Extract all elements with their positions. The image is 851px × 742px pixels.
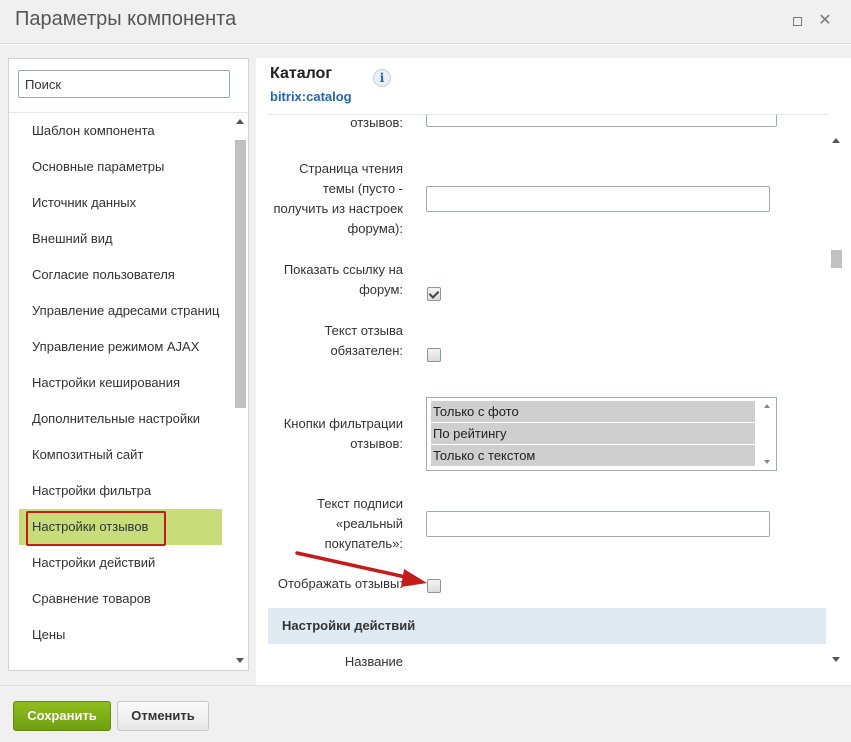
- field-label: Кнопки фильтрации отзывов:: [283, 416, 403, 451]
- scrollbar-thumb[interactable]: [235, 140, 246, 408]
- sidebar-item-label: Настройки действий: [32, 555, 156, 570]
- select-option[interactable]: По рейтингу: [431, 423, 755, 444]
- reviews-text-field[interactable]: [426, 115, 777, 127]
- sidebar-item[interactable]: Настройки отзывов: [19, 509, 222, 545]
- scroll-up-icon[interactable]: [832, 138, 840, 143]
- field-label: Показать ссылку на форум:: [283, 262, 403, 297]
- sidebar-item[interactable]: Основные параметры: [9, 149, 231, 185]
- close-icon[interactable]: ✕: [817, 13, 833, 29]
- sidebar-item[interactable]: Настройки кеширования: [9, 365, 231, 401]
- settings-scrollbar[interactable]: [829, 132, 843, 668]
- field-label: отзывов:: [350, 115, 403, 130]
- search-input[interactable]: [18, 70, 230, 98]
- sidebar-item-label: Согласие пользователя: [32, 267, 175, 282]
- section-header: Настройки действий: [268, 608, 826, 644]
- select-option[interactable]: Только с фото: [431, 401, 755, 422]
- sidebar-item-label: Настройки фильтра: [32, 483, 152, 498]
- sidebar-item-label: Дополнительные настройки: [32, 411, 201, 426]
- select-scrollbar[interactable]: [759, 398, 776, 470]
- dialog-footer: Сохранить Отменить: [0, 685, 851, 742]
- component-code: bitrix:catalog: [270, 89, 352, 104]
- settings-panel: Каталог i bitrix:catalog отзывов: Страни…: [256, 58, 851, 685]
- show-forum-link-checkbox[interactable]: [427, 287, 441, 301]
- sidebar-item[interactable]: Настройки фильтра: [9, 473, 231, 509]
- sidebar-item[interactable]: Цены: [9, 617, 231, 653]
- dialog-body: Шаблон компонента Основные параметры Источ…: [0, 45, 851, 685]
- filter-buttons-select[interactable]: Только с фото По рейтингу Только с текст…: [426, 397, 777, 471]
- scroll-down-icon[interactable]: [236, 658, 244, 663]
- save-button[interactable]: Сохранить: [13, 701, 111, 731]
- sidebar-item-label: Управление адресами страниц: [32, 303, 220, 318]
- sidebar-item[interactable]: Согласие пользователя: [9, 257, 231, 293]
- maximize-icon[interactable]: [789, 13, 805, 29]
- cancel-button[interactable]: Отменить: [117, 701, 209, 731]
- review-text-required-checkbox[interactable]: [427, 348, 441, 362]
- field-label: Текст отзыва обязателен:: [324, 323, 403, 358]
- sidebar-item[interactable]: Настройки действий: [9, 545, 231, 581]
- sidebar-item-label: Источник данных: [32, 195, 137, 210]
- scroll-down-icon[interactable]: [832, 657, 840, 662]
- sidebar-item[interactable]: Внешний вид: [9, 221, 231, 257]
- settings-form: отзывов: Страница чтения темы (пусто - п…: [268, 115, 828, 668]
- field-label: Текст подписи «реальный покупатель»:: [317, 496, 403, 551]
- sidebar-item[interactable]: Управление режимом AJAX: [9, 329, 231, 365]
- scroll-up-icon[interactable]: [236, 119, 244, 124]
- field-label: Название: [344, 654, 403, 668]
- sidebar-item[interactable]: Сравнение товаров: [9, 581, 231, 617]
- sidebar-item[interactable]: Управление адресами страниц: [9, 293, 231, 329]
- sidebar-item-label: Сравнение товаров: [32, 591, 151, 606]
- sidebar-item[interactable]: Шаблон компонента: [9, 113, 231, 149]
- sidebar-item-label: Шаблон компонента: [32, 123, 155, 138]
- sidebar-item[interactable]: Композитный сайт: [9, 437, 231, 473]
- real-buyer-caption-field[interactable]: [426, 511, 770, 537]
- sidebar-item-label: Основные параметры: [32, 159, 165, 174]
- sidebar-item-label: Внешний вид: [32, 231, 113, 246]
- field-label: Страница чтения темы (пусто - получить и…: [273, 161, 403, 236]
- sidebar-item-label: Композитный сайт: [32, 447, 144, 462]
- sidebar-item[interactable]: Источник данных: [9, 185, 231, 221]
- sections-panel: Шаблон компонента Основные параметры Источ…: [8, 58, 249, 671]
- scrollbar-thumb[interactable]: [831, 250, 842, 268]
- sidebar-item-label: Настройки кеширования: [32, 375, 181, 390]
- scroll-up-icon[interactable]: [764, 404, 770, 408]
- forum-topic-page-field[interactable]: [426, 186, 770, 212]
- sidebar-item-label: Цены: [32, 627, 66, 642]
- field-label: Отображать отзывы:: [277, 576, 403, 591]
- component-title: Каталог: [270, 65, 332, 82]
- sections-scrollbar[interactable]: [233, 113, 247, 669]
- select-option[interactable]: Только с текстом: [431, 445, 755, 466]
- section-title: Настройки действий: [282, 618, 416, 633]
- window-titlebar: Параметры компонента ✕: [0, 0, 851, 44]
- sections-list: Шаблон компонента Основные параметры Источ…: [9, 113, 231, 670]
- info-icon[interactable]: i: [373, 69, 391, 87]
- sidebar-item-label: Настройки отзывов: [32, 519, 149, 534]
- sidebar-item[interactable]: Дополнительные настройки: [9, 401, 231, 437]
- show-reviews-checkbox[interactable]: [427, 579, 441, 593]
- scroll-down-icon[interactable]: [764, 460, 770, 464]
- window-title: Параметры компонента: [15, 8, 237, 30]
- sidebar-item-label: Управление режимом AJAX: [32, 339, 200, 354]
